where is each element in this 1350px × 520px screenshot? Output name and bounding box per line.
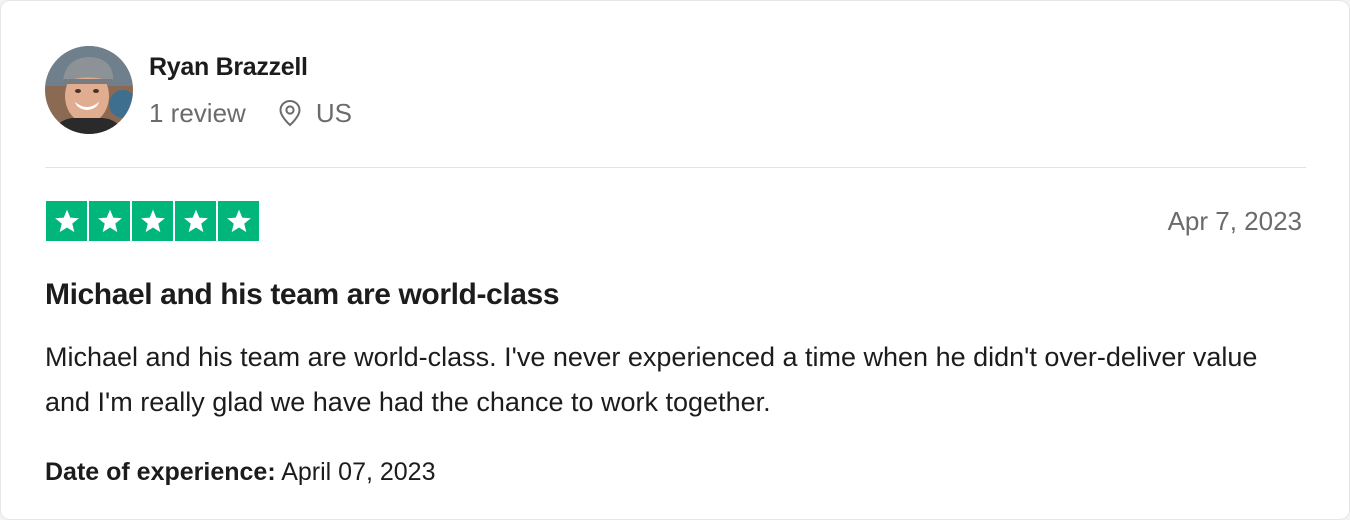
avatar-photo (45, 46, 133, 134)
map-pin-icon (278, 99, 302, 127)
experience-label: Date of experience: (45, 458, 276, 486)
reviewer-meta: 1 review US (149, 96, 352, 130)
avatar[interactable] (45, 46, 133, 134)
date-of-experience: Date of experience: April 07, 2023 (45, 458, 436, 487)
star-rating (46, 201, 259, 241)
review-date: Apr 7, 2023 (1167, 206, 1302, 236)
divider (45, 167, 1306, 168)
reviewer-location: US (315, 97, 352, 128)
reviewer-name[interactable]: Ryan Brazzell (149, 53, 308, 82)
review-body: Michael and his team are world-class. I'… (45, 342, 1258, 417)
star-icon (175, 201, 216, 241)
review-card: Ryan Brazzell 1 review US Apr 7, 2023 Mi… (0, 0, 1350, 520)
experience-date: April 07, 2023 (281, 458, 436, 486)
review-title[interactable]: Michael and his team are world-class (45, 278, 560, 312)
star-icon (218, 201, 259, 241)
review-count: 1 review (149, 97, 246, 128)
star-icon (46, 201, 87, 241)
star-icon (132, 201, 173, 241)
star-icon (89, 201, 130, 241)
